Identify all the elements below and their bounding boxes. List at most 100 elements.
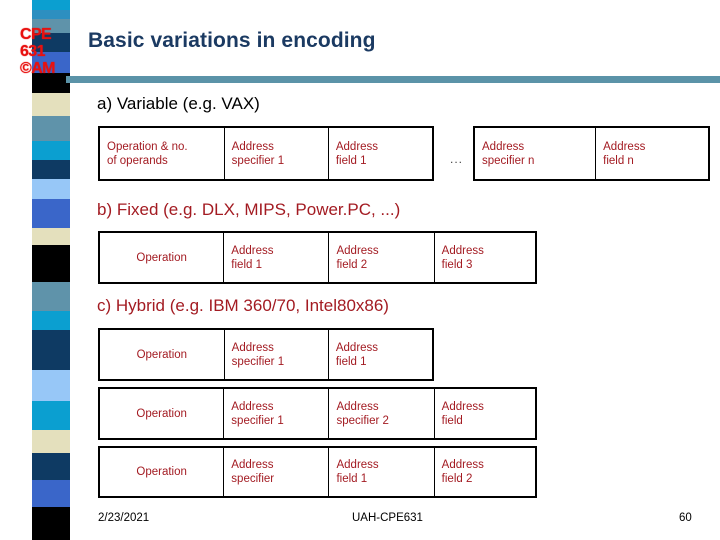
cell-address-specifier-1: Address specifier 1 [223, 328, 329, 381]
cell-address-field: Address field [433, 387, 537, 440]
decorative-color-strip [32, 0, 70, 540]
cell-line: Address [336, 244, 379, 257]
section-heading-a: a) Variable (e.g. VAX) [97, 94, 260, 113]
color-band-15 [32, 311, 70, 331]
cell-line: field 2 [441, 473, 473, 485]
cell-address-specifier-1: Address specifier 1 [223, 126, 329, 181]
cell-line: Address [441, 244, 484, 257]
table-row: Address specifier n Address field n [473, 126, 710, 181]
table-row: Operation Address field 1 Address field … [98, 231, 537, 284]
cell-address-field-1: Address field 1 [327, 328, 434, 381]
ellipsis-separator: ... [450, 152, 464, 166]
cell-line: Operation [136, 466, 187, 478]
cell-line: Address [335, 341, 379, 354]
cell-line: Address [336, 459, 379, 471]
color-band-8 [32, 141, 70, 160]
footer-date: 2/23/2021 [98, 512, 150, 524]
cell-address-field-1: Address field 1 [327, 126, 434, 181]
color-band-10 [32, 178, 70, 200]
color-band-17 [32, 369, 70, 401]
color-band-18 [32, 400, 70, 430]
cell-line: Address [482, 140, 525, 153]
header-rule-divider [66, 76, 720, 83]
cell-line: specifier 1 [231, 154, 285, 167]
cell-address-field-n: Address field n [595, 126, 710, 181]
table-row: Operation Address specifier Address fiel… [98, 446, 537, 498]
cell-operation: Operation [98, 446, 225, 498]
color-band-13 [32, 245, 70, 283]
cell-line: Address [441, 400, 484, 413]
cell-line: specifier n [482, 154, 535, 167]
cell-line: field n [603, 154, 634, 167]
cell-line: specifier 1 [231, 355, 285, 368]
cell-operation-and-no-of-operands: Operation & no. of operands [98, 126, 225, 181]
table-row: Operation Address specifier 1 Address fi… [98, 328, 434, 381]
color-band-1 [32, 10, 70, 19]
hybrid-format-table-row1: Operation Address specifier 1 Address fi… [98, 328, 434, 381]
footer-page-number: 60 [679, 512, 692, 524]
cell-line: Address [603, 140, 646, 153]
cell-line: Operation [136, 251, 187, 264]
cell-line: Operation [136, 407, 187, 420]
cell-line: specifier 2 [336, 414, 389, 427]
color-band-11 [32, 199, 70, 229]
cell-line: Address [231, 400, 274, 413]
cell-line: of operands [107, 154, 168, 167]
color-band-16 [32, 330, 70, 370]
cell-line: field 2 [336, 258, 368, 271]
cell-line: Address [231, 459, 274, 471]
color-band-6 [32, 93, 70, 117]
cell-address-specifier-n: Address specifier n [473, 126, 597, 181]
cell-address-field-2: Address field 2 [433, 446, 537, 498]
fixed-format-table: Operation Address field 1 Address field … [98, 231, 537, 284]
cell-address-specifier: Address specifier [223, 446, 330, 498]
cell-line: Operation [136, 348, 188, 361]
variable-format-table-left: Operation & no. of operands Address spec… [98, 126, 434, 181]
cell-line: Address [441, 459, 484, 471]
cell-address-field-2: Address field 2 [328, 231, 435, 284]
cell-line: Address [335, 140, 379, 153]
color-band-0 [32, 0, 70, 11]
color-band-14 [32, 282, 70, 312]
cell-address-specifier-2: Address specifier 2 [328, 387, 435, 440]
logo-line-2: 631 [20, 43, 46, 60]
color-band-22 [32, 506, 70, 540]
table-row: Operation & no. of operands Address spec… [98, 126, 434, 181]
color-band-7 [32, 116, 70, 142]
color-band-9 [32, 159, 70, 179]
cell-line: field 1 [231, 258, 262, 271]
cell-line: Address [231, 140, 274, 153]
cell-line: Address [336, 400, 379, 413]
hybrid-format-table-row3: Operation Address specifier Address fiel… [98, 446, 537, 498]
section-heading-b: b) Fixed (e.g. DLX, MIPS, Power.PC, ...) [97, 200, 401, 219]
cell-line: Operation & no. [107, 140, 188, 153]
cell-line: specifier 1 [231, 414, 284, 427]
variable-format-table-right: Address specifier n Address field n [473, 126, 710, 181]
cell-line: Address [231, 244, 274, 257]
cell-address-field-3: Address field 3 [433, 231, 537, 284]
cell-operation: Operation [98, 387, 225, 440]
cell-line: field 3 [441, 258, 473, 271]
color-band-21 [32, 479, 70, 507]
logo-line-1: CPE [20, 26, 52, 43]
hybrid-format-table-row2: Operation Address specifier 1 Address sp… [98, 387, 537, 440]
section-heading-c: c) Hybrid (e.g. IBM 360/70, Intel80x86) [97, 296, 389, 315]
cell-operation: Operation [98, 328, 225, 381]
cell-address-field-1: Address field 1 [223, 231, 330, 284]
cpe631-logo: CPE 631 ©AM [20, 26, 82, 77]
page-title: Basic variations in encoding [88, 29, 376, 52]
cell-line: field 1 [335, 355, 367, 368]
color-band-20 [32, 452, 70, 480]
cell-operation: Operation [98, 231, 225, 284]
color-band-19 [32, 429, 70, 453]
table-row: Operation Address specifier 1 Address sp… [98, 387, 537, 440]
color-band-12 [32, 228, 70, 245]
cell-line: field 1 [336, 473, 368, 485]
cell-line: specifier [231, 473, 275, 485]
footer-course-label: UAH-CPE631 [352, 512, 423, 524]
cell-line: field 1 [335, 154, 367, 167]
logo-line-3: ©AM [20, 60, 55, 77]
cell-line: Address [231, 341, 274, 354]
cell-line: field [441, 414, 463, 427]
cell-address-specifier-1: Address specifier 1 [223, 387, 330, 440]
